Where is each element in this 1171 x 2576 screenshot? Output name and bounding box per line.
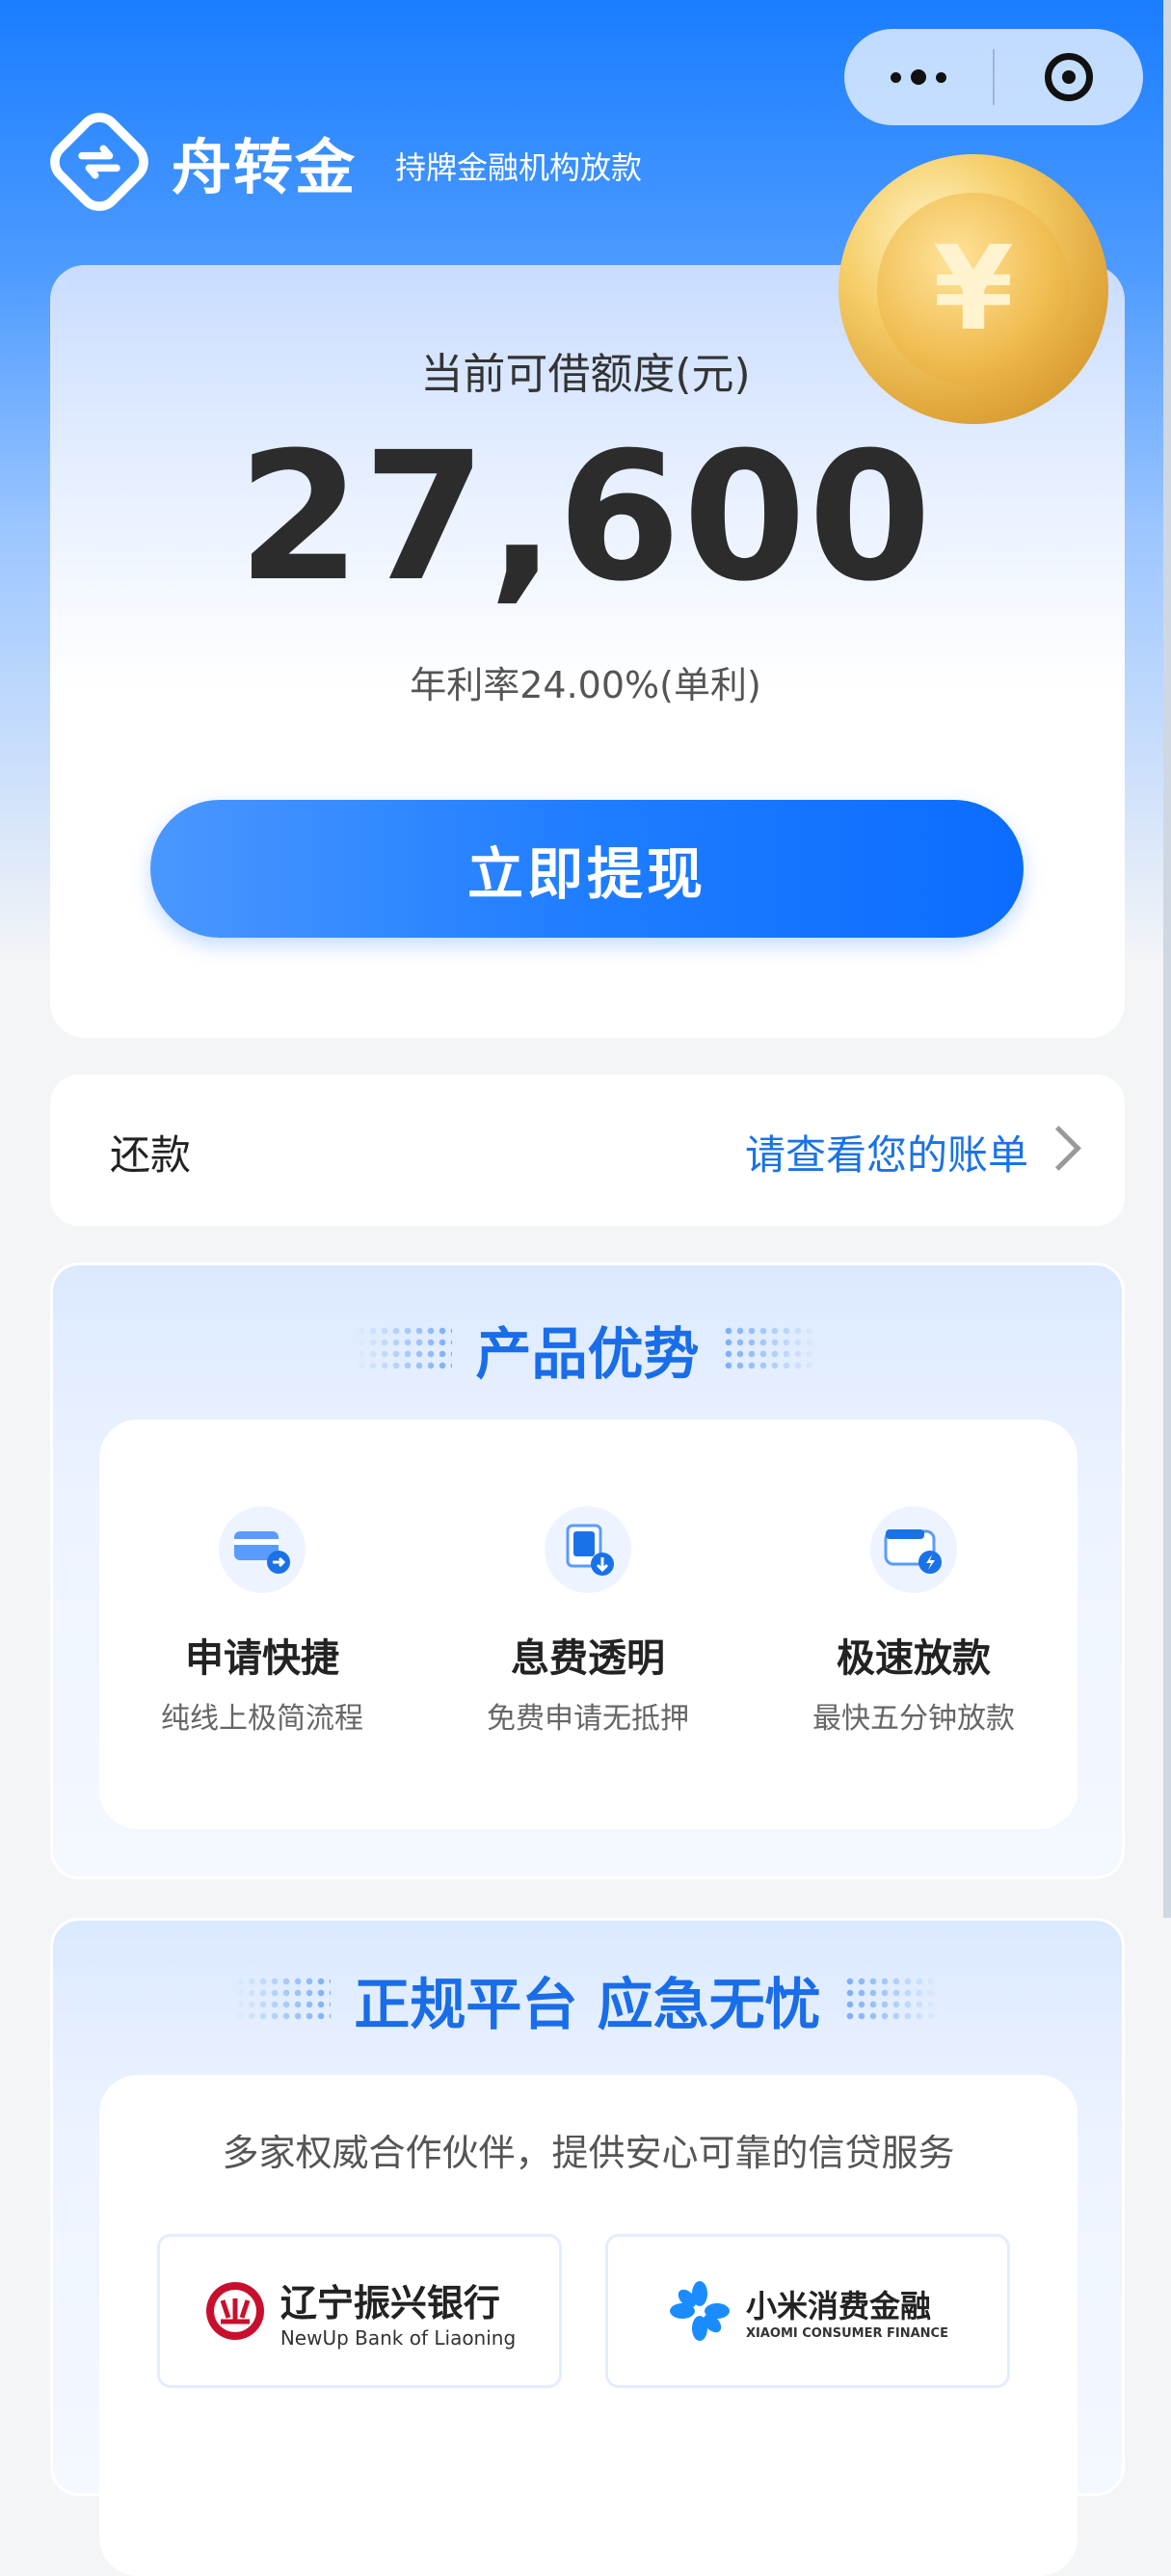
brand-logo-icon (50, 113, 148, 211)
more-dots-icon[interactable] (844, 69, 993, 85)
feature-desc: 免费申请无抵押 (487, 1702, 689, 1736)
advantages-panel: 申请快捷 纯线上极简流程 息费透明 免费申请无抵押 极速放款 最快五分钟放款 (99, 1420, 1078, 1829)
dot-pattern-icon (356, 1325, 453, 1373)
partner-logo-xiaomi: 小米消费金融 XIAOMI CONSUMER FINANCE (605, 2234, 1010, 2388)
chevron-right-icon (1036, 1126, 1081, 1171)
partner-name: 小米消费金融 (746, 2287, 932, 2324)
brand-tagline: 持牌金融机构放款 (395, 149, 643, 186)
xiaomi-finance-logo-icon (670, 2281, 730, 2341)
dot-pattern-icon (843, 1976, 941, 2024)
feature-title: 息费透明 (511, 1636, 665, 1681)
platform-title-row: 正规平台 应急无忧 (53, 1959, 1122, 2040)
credit-limit-label: 当前可借额度(元) (420, 350, 751, 399)
partner-logo-liaoning: 辽宁振兴银行 NewUp Bank of Liaoning (157, 2234, 562, 2388)
liaoning-bank-logo-icon (205, 2282, 264, 2340)
feature-item: 息费透明 免费申请无抵押 (425, 1420, 751, 1829)
platform-title: 正规平台 应急无忧 (354, 1972, 821, 2037)
card-arrow-icon (219, 1506, 306, 1593)
feature-desc: 最快五分钟放款 (812, 1702, 1015, 1736)
repay-label: 还款 (110, 1131, 192, 1179)
feature-desc: 纯线上极简流程 (161, 1702, 363, 1736)
dot-pattern-icon (722, 1325, 819, 1373)
feature-title: 申请快捷 (185, 1636, 339, 1681)
advantages-section: 产品优势 申请快捷 纯线上极简流程 息费透明 免费申请无抵押 极速放款 最快五分… (50, 1262, 1125, 1879)
mini-program-capsule (844, 29, 1143, 125)
view-bill-link[interactable]: 请查看您的账单 (745, 1123, 1028, 1182)
advantages-title-row: 产品优势 (53, 1309, 1122, 1390)
partner-name-en: XIAOMI CONSUMER FINANCE (746, 2325, 948, 2341)
brand-name: 舟转金 (172, 132, 358, 202)
platform-desc: 多家权威合作伙伴，提供安心可靠的信贷服务 (222, 2132, 955, 2174)
dot-pattern-icon (234, 1976, 332, 2024)
feature-title: 极速放款 (837, 1636, 991, 1681)
wallet-lightning-icon (870, 1506, 957, 1593)
advantages-title: 产品优势 (475, 1321, 700, 1387)
feature-item: 极速放款 最快五分钟放款 (751, 1420, 1077, 1829)
platform-section: 正规平台 应急无忧 多家权威合作伙伴，提供安心可靠的信贷服务 辽宁振兴银行 Ne… (50, 1918, 1125, 2576)
document-download-icon (545, 1506, 631, 1593)
scrollbar[interactable] (1163, 0, 1171, 1918)
withdraw-button[interactable]: 立即提现 (150, 800, 1024, 938)
partners-panel: 多家权威合作伙伴，提供安心可靠的信贷服务 辽宁振兴银行 NewUp Bank o… (99, 2075, 1078, 2576)
repay-row[interactable]: 还款 请查看您的账单 (50, 1075, 1125, 1226)
brand-bar: 舟转金 持牌金融机构放款 (48, 111, 642, 213)
target-circle-icon[interactable] (995, 53, 1143, 101)
interest-rate: 年利率24.00%(单利) (410, 664, 761, 706)
partner-name: 辽宁振兴银行 (279, 2281, 500, 2324)
credit-limit-amount: 27,600 (237, 414, 934, 621)
partner-name-en: NewUp Bank of Liaoning (279, 2325, 517, 2350)
feature-item: 申请快捷 纯线上极简流程 (99, 1420, 425, 1829)
